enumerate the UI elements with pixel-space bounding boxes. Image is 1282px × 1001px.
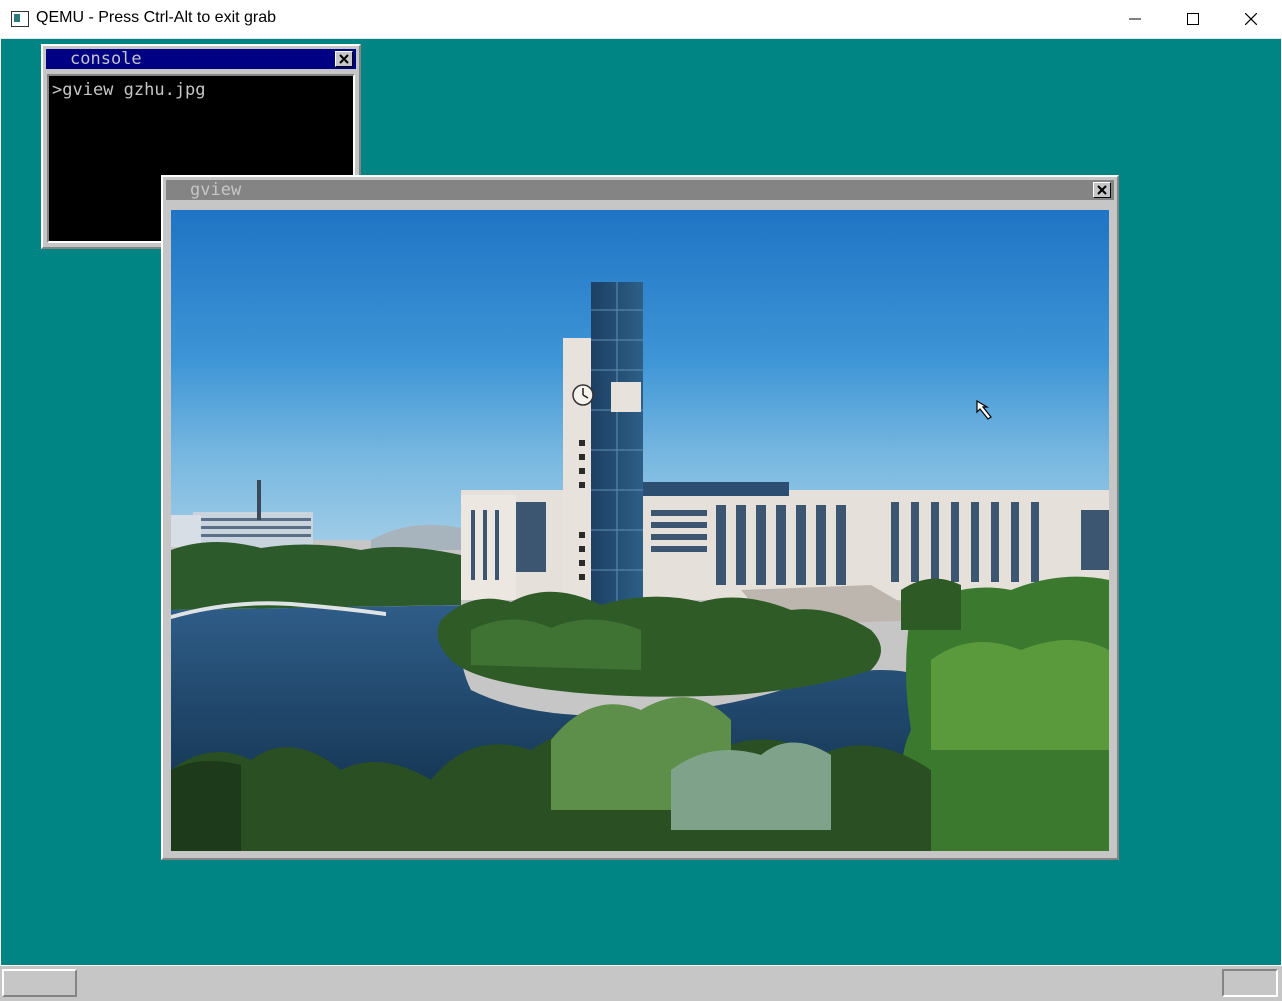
console-close-button[interactable] (335, 51, 353, 67)
console-title: console (70, 49, 142, 69)
arrow-cursor-icon (976, 400, 992, 420)
close-icon (1245, 13, 1257, 25)
close-icon (339, 54, 349, 64)
minimize-icon (1129, 18, 1141, 20)
taskbar-start-button[interactable] (2, 969, 77, 997)
taskbar-tray (1222, 969, 1278, 997)
host-titlebar: QEMU - Press Ctrl-Alt to exit grab (0, 0, 1282, 39)
guest-taskbar (0, 965, 1282, 1001)
gview-close-button[interactable] (1093, 182, 1111, 198)
maximize-button[interactable] (1164, 0, 1222, 38)
guest-desktop[interactable]: console >gview gzhu.jpg gview (1, 39, 1281, 965)
console-command-line: >gview gzhu.jpg (52, 80, 206, 100)
close-icon (1097, 185, 1107, 195)
maximize-icon (1187, 13, 1199, 25)
gview-window[interactable]: gview (161, 175, 1119, 860)
console-title-bar[interactable]: console (46, 49, 356, 69)
tree-band-left (171, 541, 461, 610)
campus-photo-image (171, 210, 1109, 851)
host-window-title: QEMU - Press Ctrl-Alt to exit grab (36, 9, 277, 26)
minimize-button[interactable] (1106, 0, 1164, 38)
qemu-app-icon[interactable] (11, 11, 29, 27)
gview-image-canvas (171, 210, 1109, 851)
close-button[interactable] (1222, 0, 1280, 38)
gview-title-bar[interactable]: gview (166, 180, 1114, 200)
gview-title: gview (190, 180, 242, 200)
